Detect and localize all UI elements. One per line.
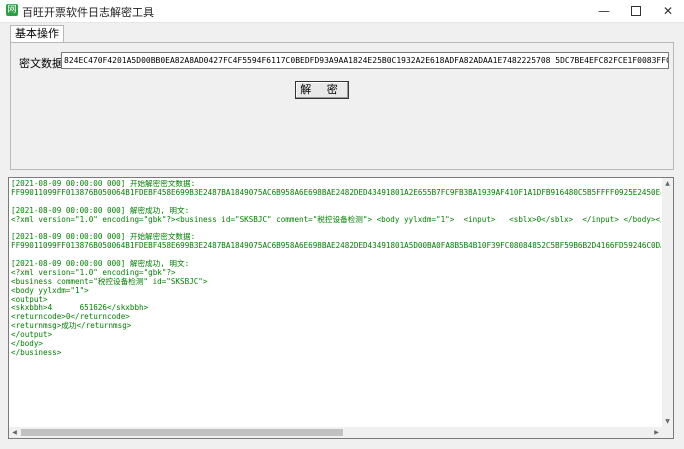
log-line: <business comment="税控设备检测" id="SKSBJC"> xyxy=(11,276,208,286)
log-content: [2021-08-09 00:00:00 000] 开始解密密文数据: FF990… xyxy=(11,180,661,424)
vertical-scrollbar[interactable]: ▲ ▼ xyxy=(662,178,673,427)
cipher-label: 密文数据: xyxy=(19,57,67,70)
horizontal-scrollbar[interactable]: ◀ ▶ xyxy=(9,427,662,438)
log-output[interactable]: [2021-08-09 00:00:00 000] 开始解密密文数据: FF990… xyxy=(8,177,674,439)
cipher-input[interactable]: 824EC470F4201A5D00BB0EA82A8AD0427FC4F559… xyxy=(61,52,669,69)
log-line: </body> xyxy=(11,339,44,349)
scroll-down-icon[interactable]: ▼ xyxy=(662,416,673,427)
horizontal-scroll-thumb[interactable] xyxy=(21,429,343,436)
log-line: </business> xyxy=(11,347,62,357)
minimize-button[interactable]: — xyxy=(588,0,620,22)
maximize-icon xyxy=(631,5,641,16)
maximize-button[interactable] xyxy=(620,0,652,22)
window-title: 百旺开票软件日志解密工具 xyxy=(22,6,154,19)
scroll-right-icon[interactable]: ▶ xyxy=(651,427,662,438)
log-line: </output> xyxy=(11,330,53,340)
decrypt-button[interactable]: 解 密 xyxy=(295,81,349,99)
scrollbar-corner xyxy=(662,427,673,438)
app-icon: 网 xyxy=(6,4,18,16)
log-line: <returnmsg>成功</returnmsg> xyxy=(11,321,132,331)
log-line: FF99011099FF013876B050064B1FDEBF458E699B… xyxy=(11,187,661,197)
log-line: <?xml version="1.0" encoding="gbk"?><bus… xyxy=(11,214,661,224)
title-bar: 网 百旺开票软件日志解密工具 — ✕ xyxy=(0,0,684,23)
tab-basic-operation[interactable]: 基本操作 xyxy=(10,25,64,43)
scroll-left-icon[interactable]: ◀ xyxy=(9,427,20,438)
scroll-up-icon[interactable]: ▲ xyxy=(662,178,673,189)
close-button[interactable]: ✕ xyxy=(652,0,684,22)
log-line: FF99011099FF013876B050064B1FDEBF458E699B… xyxy=(11,241,661,251)
log-line: <body yylxdm="1"> xyxy=(11,285,89,295)
basic-operation-panel: 密文数据: 824EC470F4201A5D00BB0EA82A8AD0427F… xyxy=(10,42,674,170)
